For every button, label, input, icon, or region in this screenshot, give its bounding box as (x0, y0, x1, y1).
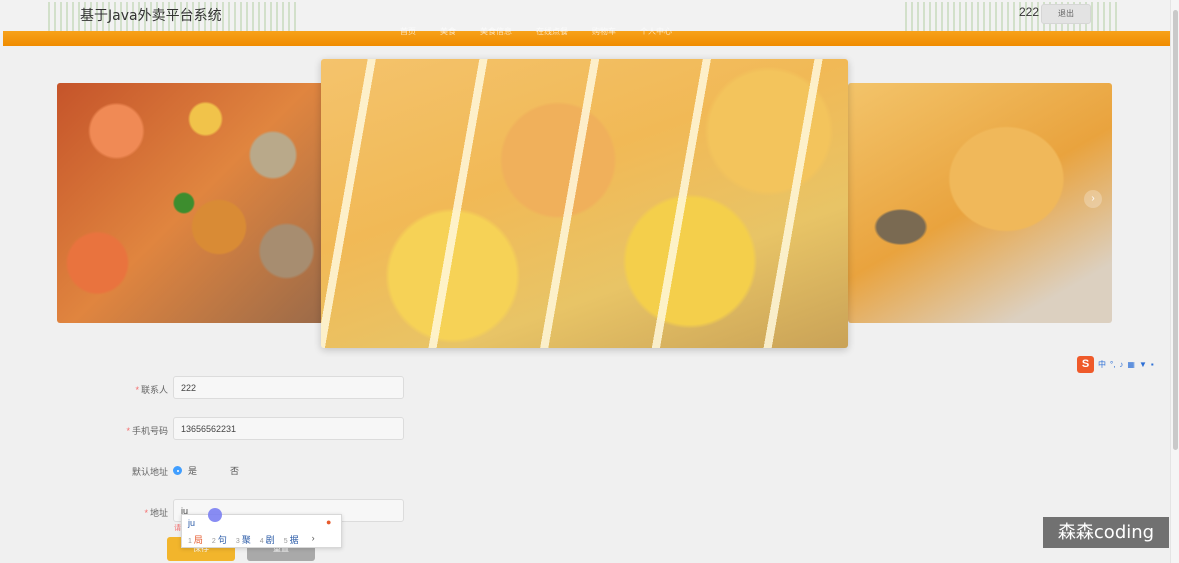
nav-item-order[interactable]: 在线点餐 (536, 26, 568, 37)
ime-next-page-icon[interactable]: › (312, 533, 315, 546)
sogou-logo-icon[interactable]: S (1077, 356, 1094, 373)
ime-candidate[interactable]: 5据 (284, 533, 299, 546)
nav-item-food[interactable]: 美食 (440, 26, 456, 37)
food-carousel: › (0, 50, 1170, 350)
keyboard-icon[interactable]: ▦ (1127, 360, 1135, 369)
radio-option-yes[interactable]: 是 (173, 464, 197, 477)
microphone-icon[interactable]: ♪ (1119, 360, 1123, 369)
logout-button[interactable]: 退出 (1041, 4, 1091, 24)
radio-checked-icon[interactable] (173, 466, 182, 475)
contact-input[interactable] (173, 376, 404, 399)
nav-item-cart[interactable]: 购物车 (592, 26, 616, 37)
ime-language-toggle[interactable]: 中 (1098, 359, 1106, 370)
carousel-slide-pastry[interactable] (848, 83, 1112, 323)
nav-menu: 首页 美食 美食信息 在线点餐 购物车 个人中心 (400, 26, 672, 37)
phone-label: * 手机号码 (126, 426, 168, 436)
carousel-slide-seafood[interactable] (57, 83, 327, 323)
app-title: 基于Java外卖平台系统 (80, 8, 222, 24)
toolbox-icon[interactable]: ▪ (1151, 360, 1154, 369)
contact-label: * 联系人 (135, 385, 168, 395)
radio-unchecked-icon[interactable] (215, 466, 224, 475)
address-label: * 地址 (144, 508, 168, 518)
ime-candidate[interactable]: 1局 (188, 533, 203, 546)
default-address-radio-group: 是 否 (173, 464, 257, 477)
chevron-right-icon[interactable]: › (1084, 190, 1102, 208)
ime-candidates: 1局 2句 3聚 4剧 5据 › (188, 533, 315, 546)
cursor-indicator-icon (208, 508, 222, 522)
punctuation-icon[interactable]: °, (1110, 360, 1115, 369)
default-address-label: 默认地址 (131, 467, 168, 477)
scrollbar-thumb[interactable] (1173, 10, 1178, 450)
nav-item-food-info[interactable]: 美食信息 (480, 26, 512, 37)
nav-item-home[interactable]: 首页 (400, 26, 416, 37)
phone-input[interactable] (173, 417, 404, 440)
ime-toolbar: S 中 °, ♪ ▦ ▼ ▪ (1077, 356, 1154, 373)
skin-icon[interactable]: ▼ (1139, 360, 1147, 369)
ime-skin-icon[interactable]: ● (326, 517, 331, 527)
ime-candidate[interactable]: 3聚 (236, 533, 251, 546)
ime-candidate-popup: ju ● 1局 2句 3聚 4剧 5据 › (181, 508, 342, 548)
radio-option-no[interactable]: 否 (215, 464, 239, 477)
address-error-hint: 请 (174, 525, 181, 532)
video-watermark: 森森coding (1043, 517, 1169, 548)
ime-pinyin: ju (188, 518, 196, 528)
ime-candidate[interactable]: 4剧 (260, 533, 275, 546)
nav-item-profile[interactable]: 个人中心 (640, 26, 672, 37)
page-scrollbar[interactable] (1170, 0, 1179, 563)
carousel-slide-pineapple-active[interactable] (321, 59, 848, 348)
current-user-name: 222 (1019, 5, 1040, 19)
ime-candidate[interactable]: 2句 (212, 533, 227, 546)
